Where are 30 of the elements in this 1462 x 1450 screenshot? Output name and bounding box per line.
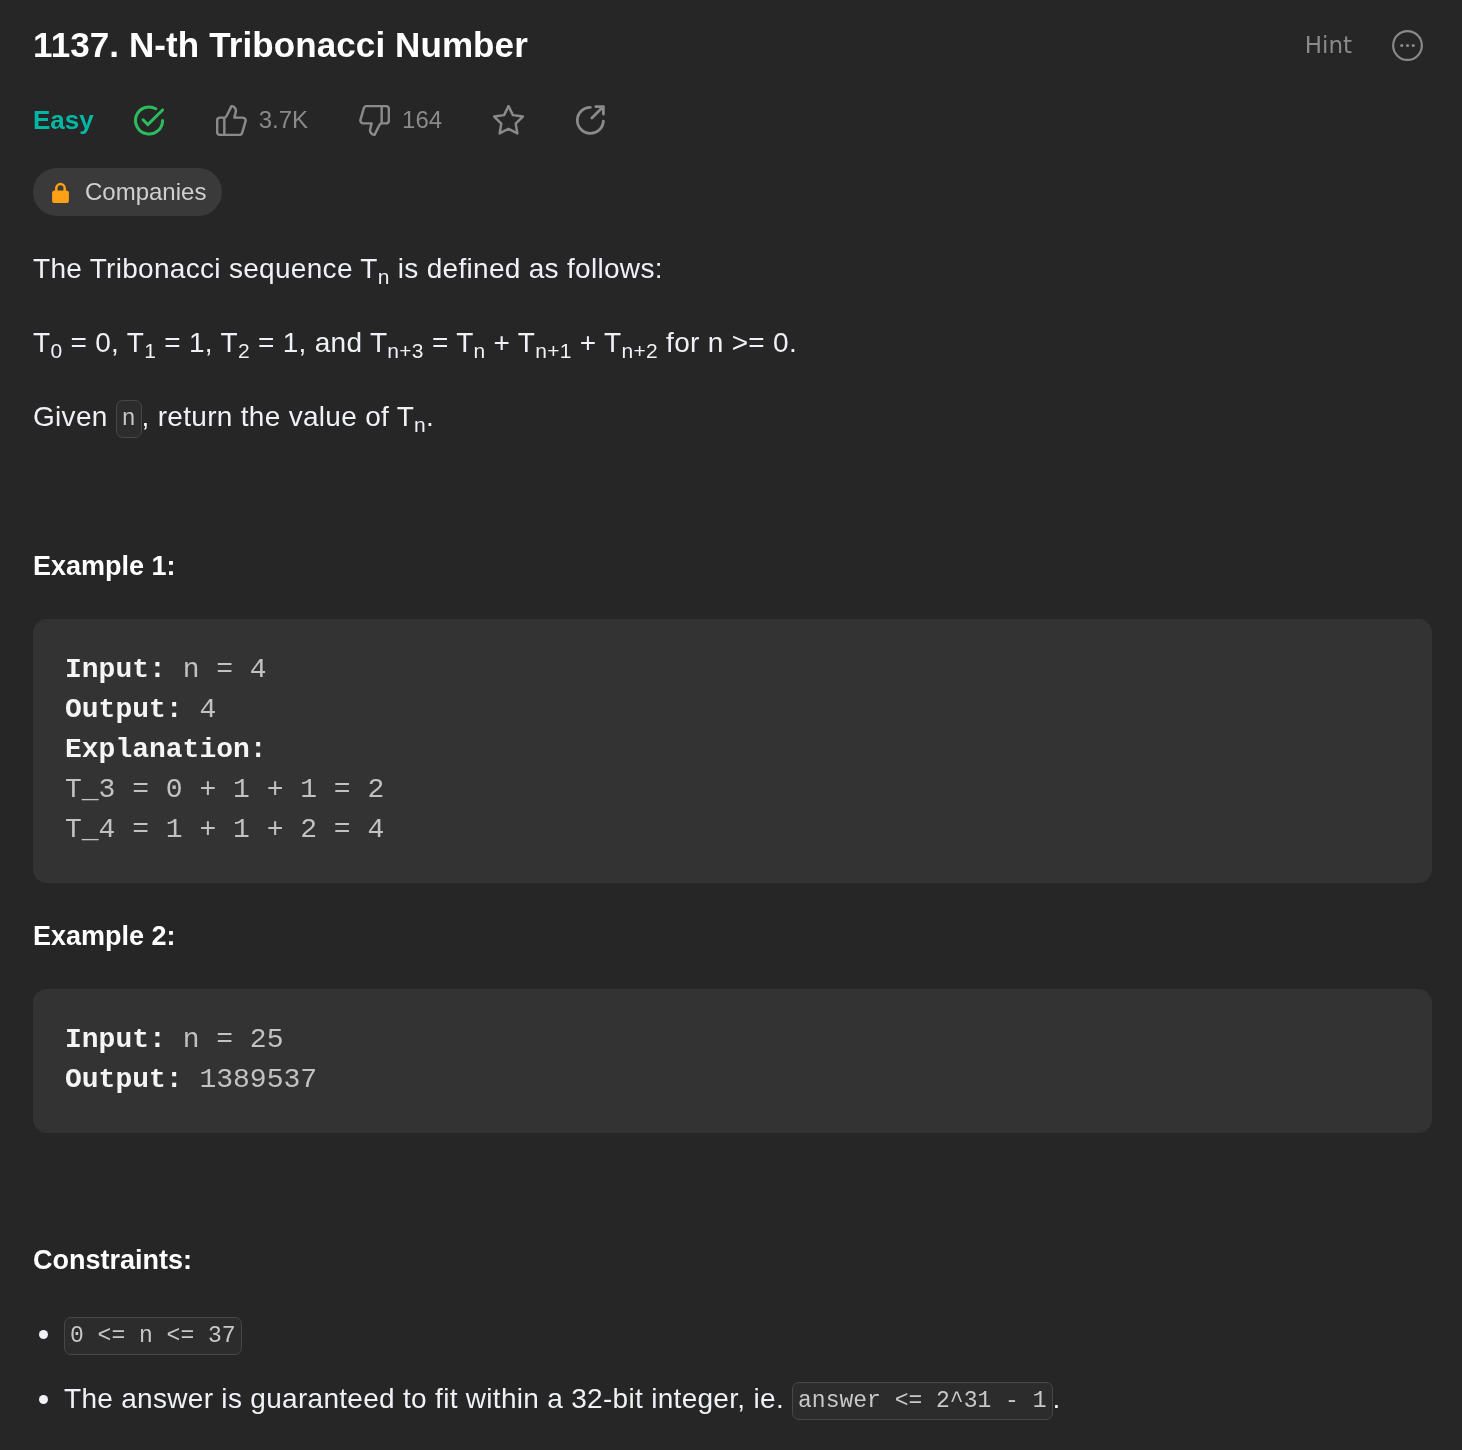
problem-title: 1137. N-th Tribonacci Number bbox=[33, 24, 528, 66]
code-line: Output: 4 bbox=[65, 692, 218, 727]
more-icon[interactable] bbox=[1392, 29, 1423, 61]
code-line: Explanation: bbox=[65, 732, 268, 767]
inline-code: answer <= 2^31 - 1 bbox=[792, 1381, 1053, 1420]
bullet-icon bbox=[39, 1395, 48, 1405]
inline-code: n bbox=[115, 399, 142, 438]
code-line: T_3 = 0 + 1 + 1 = 2 bbox=[65, 772, 386, 807]
dislike-button[interactable]: 164 bbox=[359, 104, 443, 136]
thumbs-down-icon bbox=[359, 104, 391, 136]
example-heading: Example 2: bbox=[33, 919, 177, 953]
code-line: Input: n = 25 bbox=[65, 1022, 285, 1057]
hint-button[interactable]: Hint bbox=[1304, 30, 1352, 60]
code-line: Output: 1389537 bbox=[65, 1062, 319, 1097]
inline-code: 0 <= n <= 37 bbox=[64, 1316, 242, 1355]
like-button[interactable]: 3.7K bbox=[215, 104, 309, 136]
description-paragraph: Given n , return the value of T$_{n}$. bbox=[33, 398, 436, 438]
difficulty-label: Easy bbox=[33, 104, 94, 137]
companies-button[interactable]: Companies bbox=[33, 168, 223, 216]
code-line: T_4 = 1 + 1 + 2 = 4 bbox=[65, 812, 386, 847]
description-paragraph: T$_{0}$ = 0, T$_{1}$ = 1, T$_{2}$ = 1, and T$_{n+3}$ = T$_{n}$ + T$_{n+1}$ + T$_{n+2}$ for n >= 0. bbox=[33, 326, 799, 363]
circular-arrow-icon[interactable] bbox=[575, 104, 607, 136]
constraints-heading: Constraints: bbox=[33, 1243, 193, 1277]
thumbs-up-icon bbox=[215, 104, 247, 136]
bullet-icon bbox=[39, 1330, 48, 1340]
description-paragraph: The Tribonacci sequence T$_{n}$ is defined as follows: bbox=[33, 252, 664, 289]
example-heading: Example 1: bbox=[33, 549, 177, 583]
constraint-text: The answer is guaranteed to fit within a 32-bit integer, ie. answer <= 2^31 - 1 . bbox=[64, 1379, 1061, 1420]
star-icon[interactable] bbox=[493, 104, 525, 136]
code-line: Input: n = 4 bbox=[65, 652, 268, 687]
